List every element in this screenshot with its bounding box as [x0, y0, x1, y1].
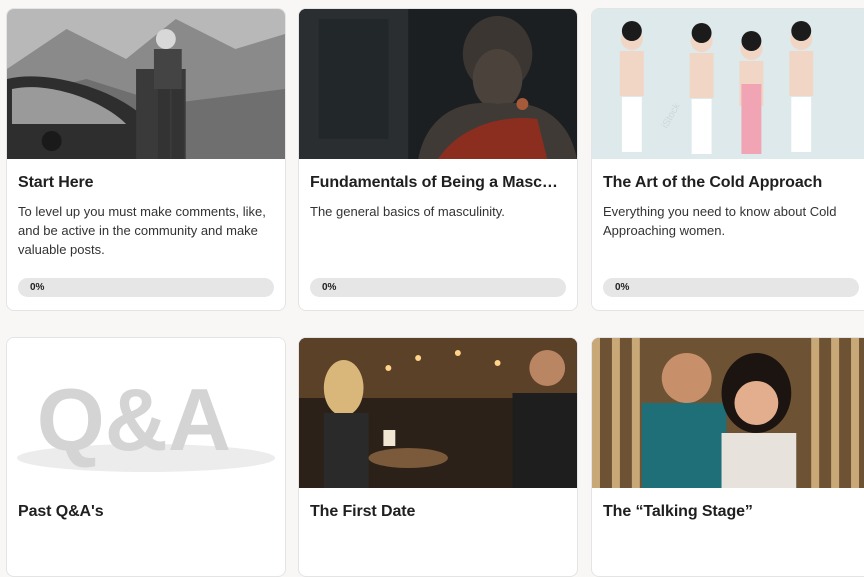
course-thumbnail — [7, 9, 285, 159]
course-description: The general basics of masculinity. — [310, 204, 505, 219]
course-thumbnail — [592, 338, 864, 488]
progress-label: 0% — [322, 282, 337, 293]
qa-graphic-text: Q&A — [37, 371, 231, 469]
course-progress-bar: 0% — [603, 278, 859, 297]
course-card-past-qa[interactable]: Q&A Past Q&A's — [6, 337, 286, 577]
course-title: The First Date — [310, 503, 416, 520]
progress-label: 0% — [30, 282, 45, 293]
course-thumbnail: Q&A — [7, 338, 285, 488]
course-title: Fundamentals of Being a Masculine Man — [310, 174, 565, 191]
course-description: To level up you must make comments, like… — [18, 204, 266, 257]
course-title: The “Talking Stage” — [603, 503, 753, 520]
progress-label: 0% — [615, 282, 630, 293]
course-thumbnail: iStock — [592, 9, 864, 159]
course-card-cold-approach[interactable]: iStock The Art of the Cold Approach Ever… — [591, 8, 864, 311]
course-card-fundamentals[interactable]: Fundamentals of Being a Masculine Man Th… — [298, 8, 578, 311]
course-card-talking-stage[interactable]: The “Talking Stage” — [591, 337, 864, 577]
course-progress-bar: 0% — [18, 278, 274, 297]
course-title: The Art of the Cold Approach — [603, 174, 823, 191]
course-card-start-here[interactable]: Start Here To level up you must make com… — [6, 8, 286, 311]
course-thumbnail — [299, 9, 577, 159]
course-title: Start Here — [18, 174, 94, 191]
course-description: Everything you need to know about Cold A… — [603, 204, 837, 238]
course-progress-bar: 0% — [310, 278, 566, 297]
course-title: Past Q&A's — [18, 503, 104, 520]
course-thumbnail — [299, 338, 577, 488]
course-card-first-date[interactable]: The First Date — [298, 337, 578, 577]
